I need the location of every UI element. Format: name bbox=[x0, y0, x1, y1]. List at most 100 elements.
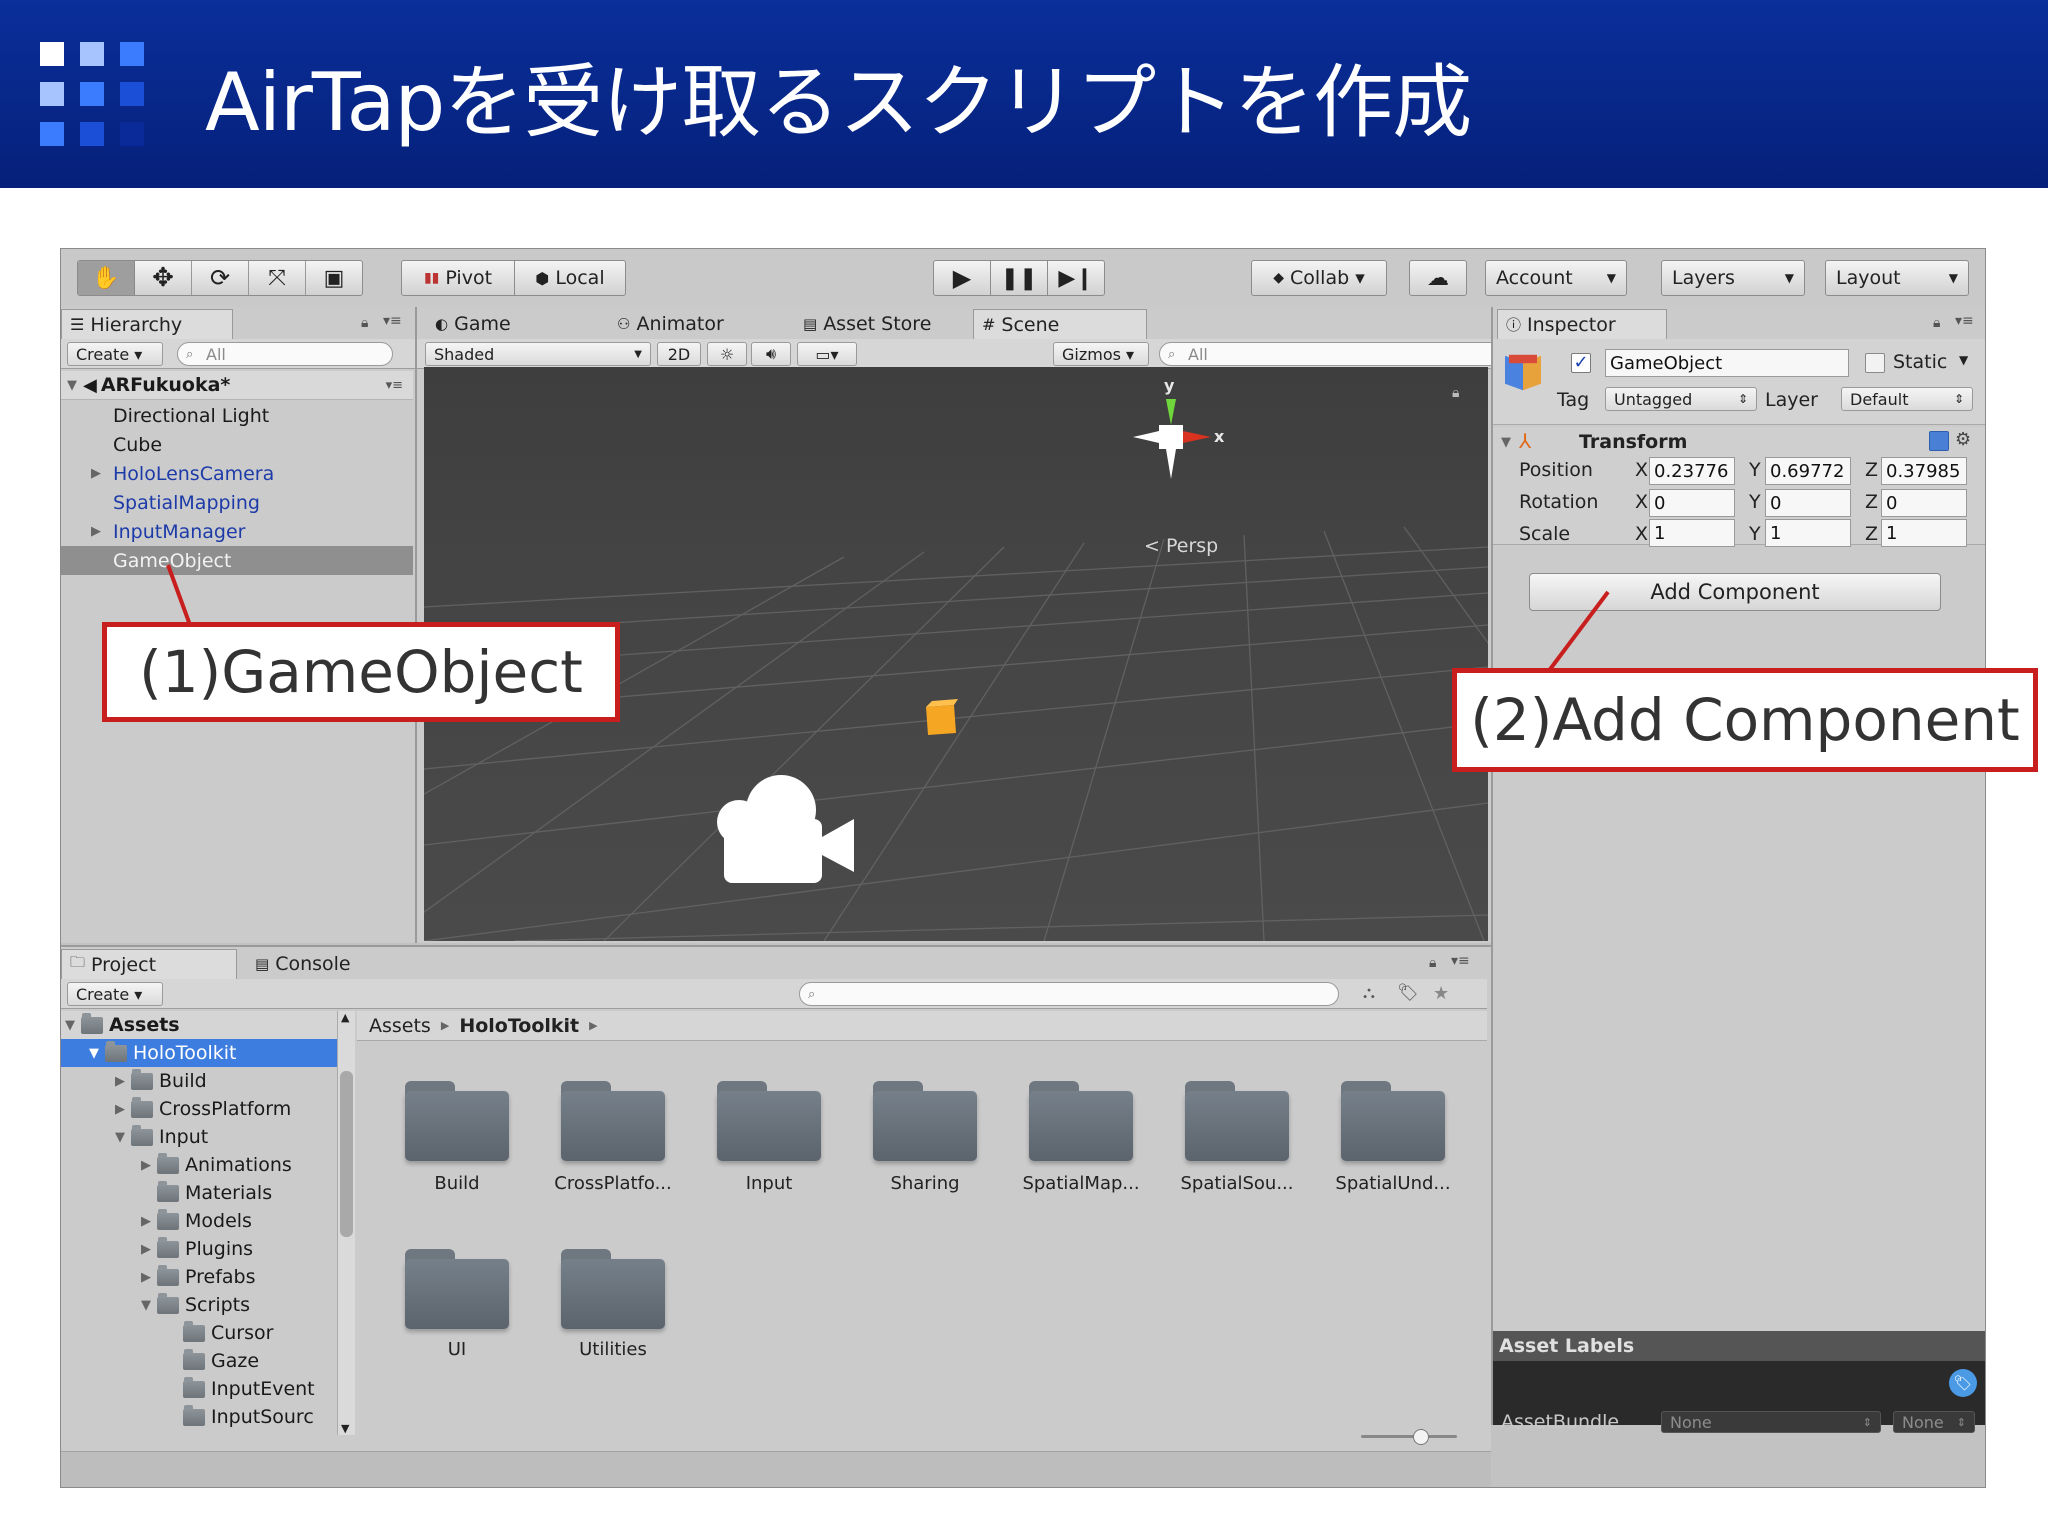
scene-search-input[interactable]: ⌕ All bbox=[1159, 342, 1531, 366]
folder-label[interactable]: SpatialMap... bbox=[1006, 1173, 1156, 1194]
hierarchy-item[interactable]: SpatialMapping bbox=[61, 488, 413, 517]
tab-project[interactable]: 🗀︎ Project bbox=[61, 949, 237, 979]
expand-arrow-icon[interactable]: ▶ bbox=[141, 1270, 157, 1285]
folder-label[interactable]: Build bbox=[382, 1173, 532, 1194]
hierarchy-create-button[interactable]: Create ▾ bbox=[67, 342, 163, 366]
scale-z-field[interactable]: 1 bbox=[1881, 519, 1967, 547]
breadcrumb-current[interactable]: HoloToolkit bbox=[459, 1015, 579, 1037]
expand-arrow-icon[interactable]: ▶ bbox=[141, 1214, 157, 1229]
tree-item[interactable]: ▶ Animations bbox=[61, 1151, 337, 1179]
pivot-toggle[interactable]: ▮▮ Pivot bbox=[401, 260, 515, 296]
folder-label[interactable]: SpatialUnd... bbox=[1318, 1173, 1468, 1194]
folder-icon[interactable] bbox=[405, 1081, 509, 1161]
tree-item[interactable]: ▼ Input bbox=[61, 1123, 337, 1151]
expand-arrow-icon[interactable]: ▼ bbox=[141, 1298, 157, 1313]
add-component-button[interactable]: Add Component bbox=[1529, 573, 1941, 611]
lock-icon[interactable]: 🔒︎ bbox=[1933, 315, 1940, 331]
play-button[interactable]: ▶ bbox=[933, 260, 991, 296]
shading-mode-dropdown[interactable]: Shaded ▼ bbox=[425, 342, 651, 366]
hierarchy-item[interactable]: ▶ InputManager bbox=[61, 517, 413, 546]
tree-item[interactable]: InputSourc bbox=[61, 1403, 337, 1431]
gizmo-lock-icon[interactable]: 🔒︎ bbox=[1452, 385, 1459, 401]
folder-icon[interactable] bbox=[561, 1081, 665, 1161]
filter-by-label-icon[interactable]: 🏷︎ bbox=[1397, 983, 1419, 1003]
tree-item[interactable]: ▼ Assets bbox=[61, 1011, 337, 1039]
position-z-field[interactable]: 0.37985 bbox=[1881, 457, 1967, 485]
scale-y-field[interactable]: 1 bbox=[1765, 519, 1851, 547]
expand-arrow-icon[interactable]: ▼ bbox=[67, 378, 83, 393]
label-tag-icon[interactable]: 🏷︎ bbox=[1949, 1369, 1977, 1397]
cloud-button[interactable]: ☁ bbox=[1409, 260, 1467, 296]
icon-size-slider[interactable] bbox=[1361, 1429, 1457, 1445]
lock-icon[interactable]: 🔒︎ bbox=[1429, 955, 1436, 971]
tree-item[interactable]: ▼ Scripts bbox=[61, 1291, 337, 1319]
scroll-up-icon[interactable]: ▲ bbox=[341, 1011, 349, 1024]
local-toggle[interactable]: ⬢ Local bbox=[514, 260, 626, 296]
project-create-button[interactable]: Create ▾ bbox=[67, 982, 163, 1006]
scene-root-row[interactable]: ▼ ◀︎ ARFukuoka* ▾≡ bbox=[61, 371, 413, 400]
rect-tool-icon[interactable]: ▣ bbox=[306, 261, 362, 295]
scale-x-field[interactable]: 1 bbox=[1649, 519, 1735, 547]
layers-dropdown[interactable]: Layers ▼ bbox=[1661, 260, 1805, 296]
expand-arrow-icon[interactable]: ▶ bbox=[91, 466, 113, 481]
breadcrumb-root[interactable]: Assets bbox=[369, 1015, 431, 1037]
lighting-toggle[interactable]: ☼ bbox=[707, 342, 747, 366]
orientation-gizmo[interactable] bbox=[1133, 399, 1211, 479]
folder-label[interactable]: SpatialSou... bbox=[1162, 1173, 1312, 1194]
tree-item[interactable]: ▶ Models bbox=[61, 1207, 337, 1235]
tree-item[interactable]: ▶ Plugins bbox=[61, 1235, 337, 1263]
tree-scrollbar[interactable]: ▲ ▼ bbox=[337, 1011, 355, 1435]
hierarchy-item[interactable]: ▶ HoloLensCamera bbox=[61, 459, 413, 488]
object-name-field[interactable]: GameObject bbox=[1605, 349, 1849, 377]
expand-arrow-icon[interactable]: ▶ bbox=[141, 1242, 157, 1257]
active-checkbox[interactable]: ✓ bbox=[1571, 353, 1591, 373]
slider-knob[interactable] bbox=[1413, 1429, 1429, 1445]
folder-icon[interactable] bbox=[1185, 1081, 1289, 1161]
layer-dropdown[interactable]: Default ⇕ bbox=[1841, 387, 1973, 411]
lock-icon[interactable]: 🔒︎ bbox=[361, 315, 368, 331]
expand-arrow-icon[interactable]: ▶ bbox=[91, 524, 113, 539]
account-dropdown[interactable]: Account ▼ bbox=[1485, 260, 1627, 296]
scene-menu-icon[interactable]: ▾≡ bbox=[386, 378, 403, 393]
scroll-down-icon[interactable]: ▼ bbox=[341, 1422, 349, 1435]
folder-label[interactable]: Input bbox=[694, 1173, 844, 1194]
scale-tool-icon[interactable]: ⤧ bbox=[249, 261, 306, 295]
layout-dropdown[interactable]: Layout ▼ bbox=[1825, 260, 1969, 296]
scrollbar-thumb[interactable] bbox=[340, 1071, 353, 1237]
tree-item[interactable]: ▶ CrossPlatform bbox=[61, 1095, 337, 1123]
filter-by-type-icon[interactable]: ⛬ bbox=[1363, 983, 1375, 1003]
folder-icon[interactable] bbox=[405, 1249, 509, 1329]
rotate-tool-icon[interactable]: ⟳ bbox=[192, 261, 249, 295]
collapse-arrow-icon[interactable]: ▼ bbox=[1501, 435, 1517, 450]
cube-object[interactable] bbox=[926, 699, 958, 735]
folder-label[interactable]: CrossPlatfo... bbox=[538, 1173, 688, 1194]
tree-item[interactable]: Cursor bbox=[61, 1319, 337, 1347]
tree-item[interactable]: InputEvent bbox=[61, 1375, 337, 1403]
folder-icon[interactable] bbox=[1029, 1081, 1133, 1161]
panel-menu-icon[interactable]: ▾≡ bbox=[1451, 953, 1470, 969]
tree-item[interactable]: Gaze bbox=[61, 1347, 337, 1375]
project-search-input[interactable]: ⌕ bbox=[799, 982, 1339, 1006]
asset-bundle-dropdown[interactable]: None ⇕ bbox=[1661, 1411, 1881, 1433]
folder-label[interactable]: Utilities bbox=[538, 1339, 688, 1360]
expand-arrow-icon[interactable]: ▶ bbox=[115, 1102, 131, 1117]
panel-menu-icon[interactable]: ▾≡ bbox=[383, 313, 402, 329]
tab-asset-store[interactable]: ▤ Asset Store bbox=[795, 309, 967, 339]
tag-dropdown[interactable]: Untagged ⇕ bbox=[1605, 387, 1757, 411]
expand-arrow-icon[interactable]: ▶ bbox=[115, 1074, 131, 1089]
asset-bundle-variant-dropdown[interactable]: None ⇕ bbox=[1893, 1411, 1975, 1433]
folder-icon[interactable] bbox=[561, 1249, 665, 1329]
favorite-star-icon[interactable]: ★ bbox=[1433, 983, 1449, 1004]
tab-inspector[interactable]: ⓘ Inspector bbox=[1497, 309, 1667, 339]
step-button[interactable]: ▶❙ bbox=[1047, 260, 1105, 296]
move-tool-icon[interactable]: ✥ bbox=[135, 261, 192, 295]
static-checkbox[interactable] bbox=[1865, 353, 1885, 373]
gear-icon[interactable]: ⚙ bbox=[1955, 429, 1971, 450]
rotation-z-field[interactable]: 0 bbox=[1881, 489, 1967, 517]
tab-console[interactable]: ▤ Console bbox=[247, 949, 417, 979]
tab-hierarchy[interactable]: ☰ Hierarchy bbox=[61, 309, 233, 339]
position-y-field[interactable]: 0.69772 bbox=[1765, 457, 1851, 485]
expand-arrow-icon[interactable]: ▼ bbox=[115, 1130, 131, 1145]
folder-label[interactable]: Sharing bbox=[850, 1173, 1000, 1194]
tree-item[interactable]: Materials bbox=[61, 1179, 337, 1207]
